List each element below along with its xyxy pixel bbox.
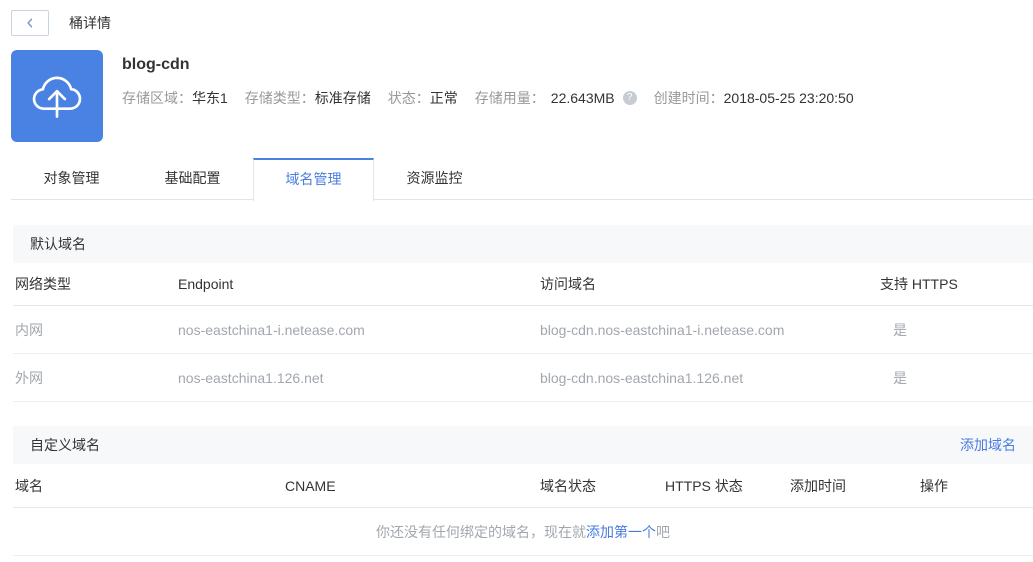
chevron-left-icon — [27, 18, 33, 28]
col-domain-status: 域名状态 — [540, 477, 596, 494]
meta-storage-usage: 存储用量： 22.643MB ? — [475, 88, 637, 108]
tab-object-management[interactable]: 对象管理 — [11, 158, 132, 200]
cell-network-type: 外网 — [15, 369, 43, 386]
cell-access-domain: blog-cdn.nos-eastchina1-i.netease.com — [540, 321, 785, 338]
default-domain-header: 默认域名 — [13, 225, 1033, 263]
tab-domain-management[interactable]: 域名管理 — [253, 158, 374, 201]
meta-value: 2018-05-25 23:20:50 — [723, 90, 854, 106]
meta-storage-type: 存储类型： 标准存储 — [245, 88, 371, 108]
meta-label: 创建时间： — [653, 90, 724, 106]
page-title: 桶详情 — [69, 15, 111, 31]
tab-resource-monitor[interactable]: 资源监控 — [374, 158, 495, 200]
col-access-domain: 访问域名 — [540, 276, 596, 292]
meta-value: 华东1 — [192, 90, 228, 106]
col-network-type: 网络类型 — [15, 276, 71, 292]
cell-network-type: 内网 — [15, 321, 43, 338]
col-actions: 操作 — [920, 477, 948, 494]
back-button[interactable] — [11, 10, 49, 36]
meta-label: 存储类型： — [244, 90, 315, 106]
bucket-meta: 存储区域： 华东1 存储类型： 标准存储 状态： 正常 存储用量： 22.643… — [122, 88, 871, 108]
empty-state-text: 吧 — [656, 523, 670, 540]
cell-endpoint: nos-eastchina1-i.netease.com — [178, 321, 365, 338]
cell-https-support: 是 — [893, 321, 907, 338]
tab-basic-config[interactable]: 基础配置 — [132, 158, 253, 200]
meta-status: 状态： 正常 — [388, 88, 458, 108]
default-domain-section: 默认域名 网络类型 Endpoint 访问域名 支持 HTTPS 内网 nos-… — [13, 225, 1033, 402]
topbar: 桶详情 — [0, 0, 1033, 36]
table-row: 内网 nos-eastchina1-i.netease.com blog-cdn… — [13, 306, 1033, 354]
col-cname: CNAME — [285, 477, 336, 494]
custom-domain-section: 自定义域名 添加域名 域名 CNAME 域名状态 HTTPS 状态 添加时间 操… — [13, 426, 1033, 556]
meta-label: 状态： — [387, 90, 430, 106]
table-row: 外网 nos-eastchina1.126.net blog-cdn.nos-e… — [13, 354, 1033, 402]
bucket-name: blog-cdn — [122, 56, 190, 73]
empty-state-row: 你还没有任何绑定的域名，现在就 添加第一个吧 — [13, 508, 1033, 556]
status-value: 正常 — [429, 90, 458, 106]
meta-created-time: 创建时间： 2018-05-25 23:20:50 — [654, 88, 854, 108]
meta-value: 22.643MB — [550, 90, 615, 106]
cloud-upload-glyph — [32, 76, 82, 118]
bucket-cloud-upload-icon — [11, 50, 103, 142]
custom-domain-header: 自定义域名 添加域名 — [13, 426, 1033, 464]
col-domain: 域名 — [15, 477, 43, 494]
col-add-time: 添加时间 — [790, 477, 846, 494]
add-first-domain-link[interactable]: 添加第一个 — [586, 522, 656, 542]
section-title: 默认域名 — [30, 236, 86, 252]
cell-access-domain: blog-cdn.nos-eastchina1.126.net — [540, 369, 744, 386]
bucket-details: blog-cdn 存储区域： 华东1 存储类型： 标准存储 状态： 正常 存储用… — [122, 50, 871, 142]
empty-state-text: 你还没有任何绑定的域名，现在就 — [376, 523, 586, 540]
help-question-icon[interactable]: ? — [622, 91, 637, 105]
col-https-support: 支持 HTTPS — [880, 276, 958, 292]
custom-domain-table: 域名 CNAME 域名状态 HTTPS 状态 添加时间 操作 你还没有任何绑定的… — [13, 464, 1033, 556]
tab-bar: 对象管理 基础配置 域名管理 资源监控 — [11, 158, 1033, 201]
meta-value: 标准存储 — [314, 90, 371, 106]
cell-https-support: 是 — [893, 369, 907, 386]
col-endpoint: Endpoint — [178, 276, 234, 292]
table-header-row: 域名 CNAME 域名状态 HTTPS 状态 添加时间 操作 — [13, 464, 1033, 508]
cell-endpoint: nos-eastchina1.126.net — [178, 369, 324, 386]
meta-label: 存储用量： — [474, 90, 545, 106]
section-title: 自定义域名 — [30, 437, 100, 453]
col-https-status: HTTPS 状态 — [665, 477, 743, 494]
meta-storage-region: 存储区域： 华东1 — [122, 88, 228, 108]
bucket-summary: blog-cdn 存储区域： 华东1 存储类型： 标准存储 状态： 正常 存储用… — [11, 50, 1033, 142]
table-header-row: 网络类型 Endpoint 访问域名 支持 HTTPS — [13, 263, 1033, 306]
add-domain-link[interactable]: 添加域名 — [960, 435, 1016, 455]
default-domain-table: 网络类型 Endpoint 访问域名 支持 HTTPS 内网 nos-eastc… — [13, 263, 1033, 402]
meta-label: 存储区域： — [122, 90, 192, 106]
